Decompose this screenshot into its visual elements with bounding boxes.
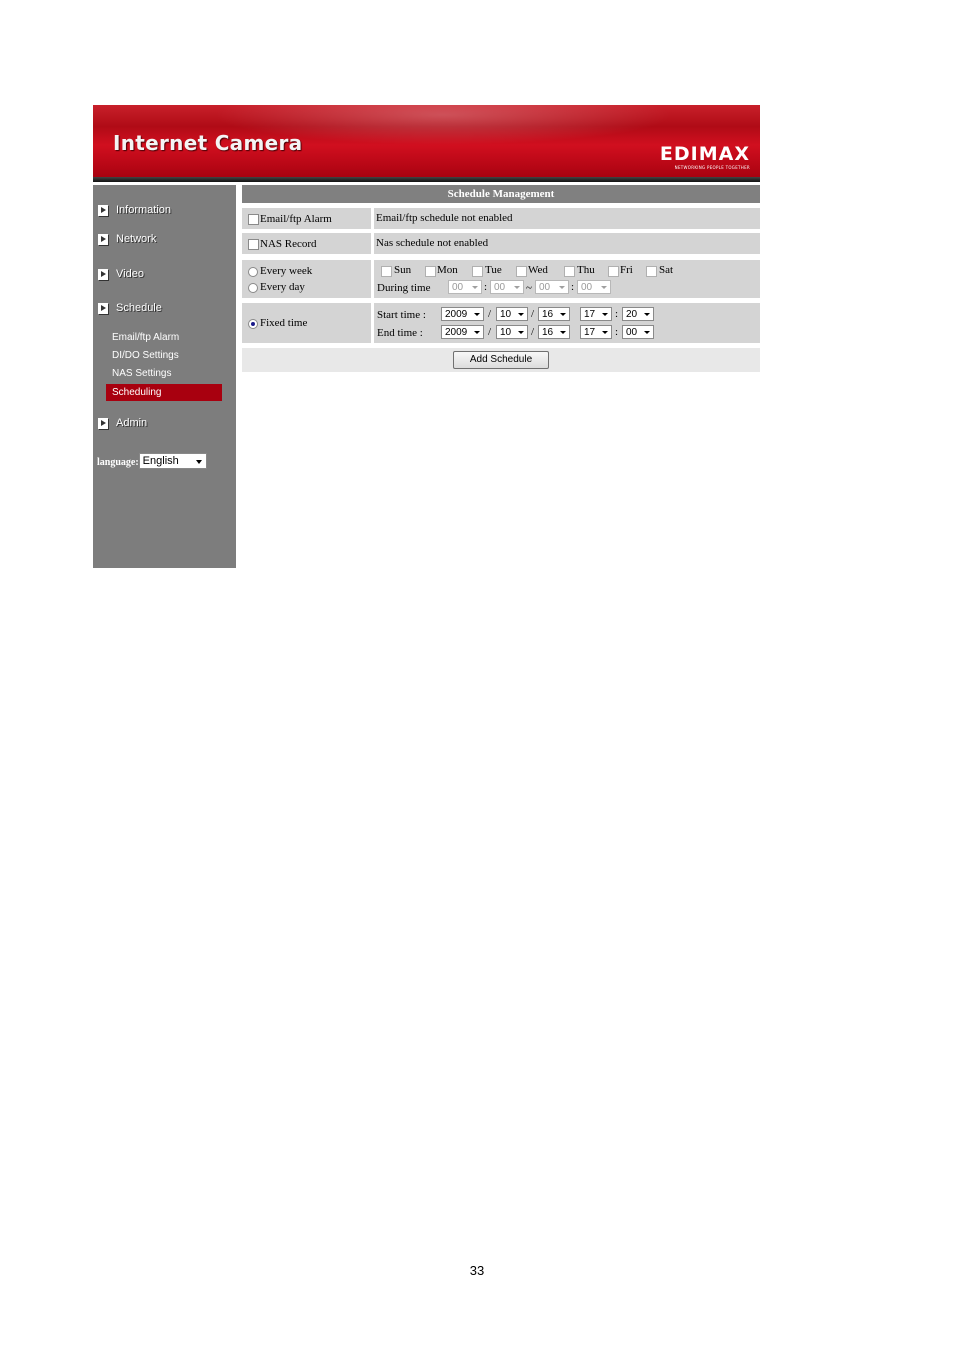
brand-name: EDIMAX [659,143,750,165]
chevron-down-icon [472,286,478,289]
language-select[interactable]: English [138,453,207,469]
chevron-down-icon [560,331,566,334]
sidebar-item-label: Schedule [116,302,162,314]
day-checkbox-sat[interactable] [646,266,657,277]
fixed-time-radio[interactable] [248,319,258,329]
sidebar-item-video[interactable]: Video [98,266,144,282]
sidebar-subitem-nas-settings[interactable]: NAS Settings [112,368,171,379]
start-year-select[interactable]: 2009 [441,307,484,321]
start-hour-select[interactable]: 17 [580,307,612,321]
fixed-time-label: Fixed time [260,317,308,329]
sidebar-subitem-dido-settings[interactable]: DI/DO Settings [112,350,179,361]
start-day-select[interactable]: 16 [538,307,570,321]
language-label: language: [97,456,139,468]
chevron-down-icon [195,460,202,464]
start-time-label: Start time : [377,309,426,321]
nas-record-status: Nas schedule not enabled [376,237,489,249]
sidebar-item-label: Information [116,204,172,216]
day-label-tue: Tue [485,264,502,276]
fixed-time-row: Fixed time Start time : 2009 / 10 / 16 1… [242,303,760,343]
add-schedule-button[interactable]: Add Schedule [453,351,549,369]
end-year-select[interactable]: 2009 [441,325,484,339]
sidebar-item-schedule[interactable]: Schedule [98,300,162,316]
day-checkbox-tue[interactable] [472,266,483,277]
end-minute-select[interactable]: 00 [622,325,654,339]
end-hour-select[interactable]: 17 [580,325,612,339]
panel-title: Schedule Management [242,185,760,203]
day-label-wed: Wed [528,264,548,276]
start-month-select[interactable]: 10 [496,307,528,321]
add-schedule-row: Add Schedule [242,348,760,372]
chevron-down-icon [474,313,480,316]
sidebar: Information Network Video Schedule Email… [93,185,236,568]
end-month-select[interactable]: 10 [496,325,528,339]
arrow-icon [98,233,108,245]
day-checkbox-mon[interactable] [425,266,436,277]
day-checkbox-fri[interactable] [608,266,619,277]
chevron-down-icon [514,286,520,289]
email-alarm-status: Email/ftp schedule not enabled [376,212,513,224]
day-label-thu: Thu [577,264,595,276]
app-title: Internet Camera [113,131,303,155]
camera-app: Internet Camera EDIMAX NETWORKING PEOPLE… [93,105,760,568]
chevron-down-icon [559,286,565,289]
chevron-down-icon [644,313,650,316]
arrow-icon [98,268,108,280]
brand-tagline: NETWORKING PEOPLE TOGETHER [674,165,750,170]
every-week-label: Every week [260,265,313,277]
header-banner: Internet Camera EDIMAX NETWORKING PEOPLE… [93,105,760,182]
sidebar-item-network[interactable]: Network [98,231,156,247]
chevron-down-icon [560,313,566,316]
nas-record-label: NAS Record [260,238,317,250]
edimax-logo: EDIMAX NETWORKING PEOPLE TOGETHER [659,143,750,171]
sidebar-item-information[interactable]: Information [98,202,171,218]
chevron-down-icon [474,331,480,334]
chevron-down-icon [518,331,524,334]
nas-record-row: NAS Record Nas schedule not enabled [242,233,760,254]
day-checkbox-thu[interactable] [564,266,575,277]
sidebar-subitem-email-ftp-alarm[interactable]: Email/ftp Alarm [112,332,179,343]
day-label-mon: Mon [437,264,458,276]
chevron-down-icon [601,286,607,289]
end-day-select[interactable]: 16 [538,325,570,339]
sidebar-subitem-scheduling[interactable]: Scheduling [106,384,222,401]
email-alarm-checkbox[interactable] [248,214,259,225]
chevron-down-icon [644,331,650,334]
during-start-hour-select[interactable]: 00 [448,280,482,294]
language-row: language: English [97,453,207,469]
every-day-radio[interactable] [248,283,258,293]
day-label-fri: Fri [620,264,633,276]
day-checkbox-sun[interactable] [381,266,392,277]
during-end-hour-select[interactable]: 00 [535,280,569,294]
repeat-row: Every week Every day Sun Mon Tue Wed Thu… [242,260,760,298]
arrow-icon [98,417,108,429]
every-week-radio[interactable] [248,267,258,277]
day-label-sat: Sat [659,264,674,276]
schedule-panel: Schedule Management Email/ftp Alarm Emai… [242,185,760,485]
day-checkbox-wed[interactable] [516,266,527,277]
sidebar-item-label: Video [116,268,144,280]
email-alarm-row: Email/ftp Alarm Email/ftp schedule not e… [242,208,760,229]
nas-record-checkbox[interactable] [248,239,259,250]
sidebar-subitem-label: Scheduling [112,387,162,398]
sidebar-item-label: Admin [116,417,148,429]
during-start-minute-select[interactable]: 00 [490,280,524,294]
chevron-down-icon [518,313,524,316]
day-label-sun: Sun [394,264,412,276]
chevron-down-icon [602,313,608,316]
during-time-label: During time [377,282,431,294]
during-end-minute-select[interactable]: 00 [577,280,611,294]
chevron-down-icon [602,331,608,334]
every-day-label: Every day [260,281,305,293]
arrow-icon [98,302,108,314]
start-minute-select[interactable]: 20 [622,307,654,321]
sidebar-item-admin[interactable]: Admin [98,415,147,431]
sidebar-item-label: Network [116,233,157,245]
page-number: 33 [469,1263,485,1278]
email-alarm-label: Email/ftp Alarm [260,213,332,225]
arrow-icon [98,204,108,216]
end-time-label: End time : [377,327,423,339]
